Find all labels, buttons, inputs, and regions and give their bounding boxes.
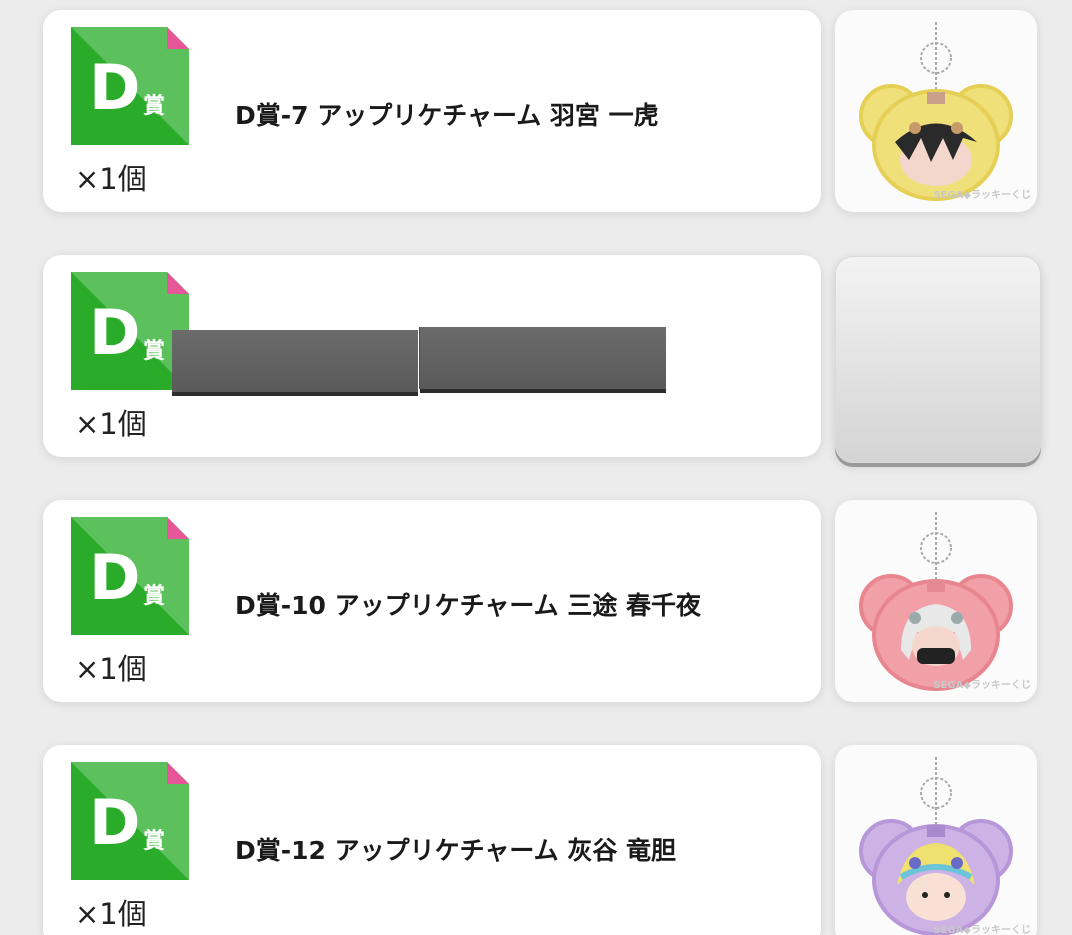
hidden-name-block [420, 327, 666, 389]
prize-card[interactable]: D 賞 ×1個 [43, 255, 821, 457]
badge-letter: D [89, 51, 140, 124]
badge-kanji: 賞 [143, 828, 165, 854]
prize-card[interactable]: D 賞 ×1個 D賞-12 アップリケチャーム 灰谷 竜胆 [43, 745, 821, 935]
charm-image: SEGA◆ラッキーくじ [859, 757, 1031, 935]
watermark-text: SEGA◆ラッキーくじ [933, 679, 1031, 691]
badge-letter: D [89, 541, 140, 614]
d-prize-badge-icon: D 賞 [71, 517, 189, 635]
prize-quantity: ×1個 [75, 407, 147, 441]
badge-kanji: 賞 [143, 93, 165, 119]
prize-list: D 賞 ×1個 D賞-7 アップリケチャーム 羽宮 一虎 SEGA◆ラッキーくじ [0, 0, 1072, 935]
badge-kanji: 賞 [143, 338, 165, 364]
prize-card[interactable]: D 賞 ×1個 D賞-7 アップリケチャーム 羽宮 一虎 [43, 10, 821, 212]
prize-quantity: ×1個 [75, 162, 147, 196]
prize-name: D賞-7 アップリケチャーム 羽宮 一虎 [235, 101, 659, 130]
watermark-text: SEGA◆ラッキーくじ [933, 189, 1031, 201]
prize-row[interactable]: D 賞 ×1個 [43, 255, 1041, 463]
prize-card[interactable]: D 賞 ×1個 D賞-10 アップリケチャーム 三途 春千夜 [43, 500, 821, 702]
watermark-text: SEGA◆ラッキーくじ [933, 924, 1031, 935]
charm-image: SEGA◆ラッキーくじ [859, 22, 1031, 201]
prize-row[interactable]: D 賞 ×1個 D賞-12 アップリケチャーム 灰谷 竜胆 SEGA◆ラッキーく… [43, 745, 1037, 935]
prize-row[interactable]: D 賞 ×1個 D賞-7 アップリケチャーム 羽宮 一虎 SEGA◆ラッキーくじ [43, 10, 1037, 212]
prize-row[interactable]: D 賞 ×1個 D賞-10 アップリケチャーム 三途 春千夜 SEGA◆ラッキー… [43, 500, 1037, 702]
prize-name: D賞-12 アップリケチャーム 灰谷 竜胆 [235, 836, 677, 865]
hidden-name-block [172, 330, 418, 392]
d-prize-badge-icon: D 賞 [71, 762, 189, 880]
badge-letter: D [89, 786, 140, 859]
badge-kanji: 賞 [143, 583, 165, 609]
prize-quantity: ×1個 [75, 897, 147, 931]
charm-image: SEGA◆ラッキーくじ [859, 512, 1031, 691]
badge-letter: D [89, 296, 140, 369]
prize-thumbnail[interactable]: SEGA◆ラッキーくじ [835, 10, 1037, 212]
prize-thumbnail[interactable]: SEGA◆ラッキーくじ [835, 745, 1037, 935]
prize-quantity: ×1個 [75, 652, 147, 686]
prize-thumbnail[interactable]: SEGA◆ラッキーくじ [835, 500, 1037, 702]
hidden-thumbnail-placeholder[interactable] [835, 256, 1041, 463]
d-prize-badge-icon: D 賞 [71, 27, 189, 145]
prize-name: D賞-10 アップリケチャーム 三途 春千夜 [235, 591, 702, 620]
